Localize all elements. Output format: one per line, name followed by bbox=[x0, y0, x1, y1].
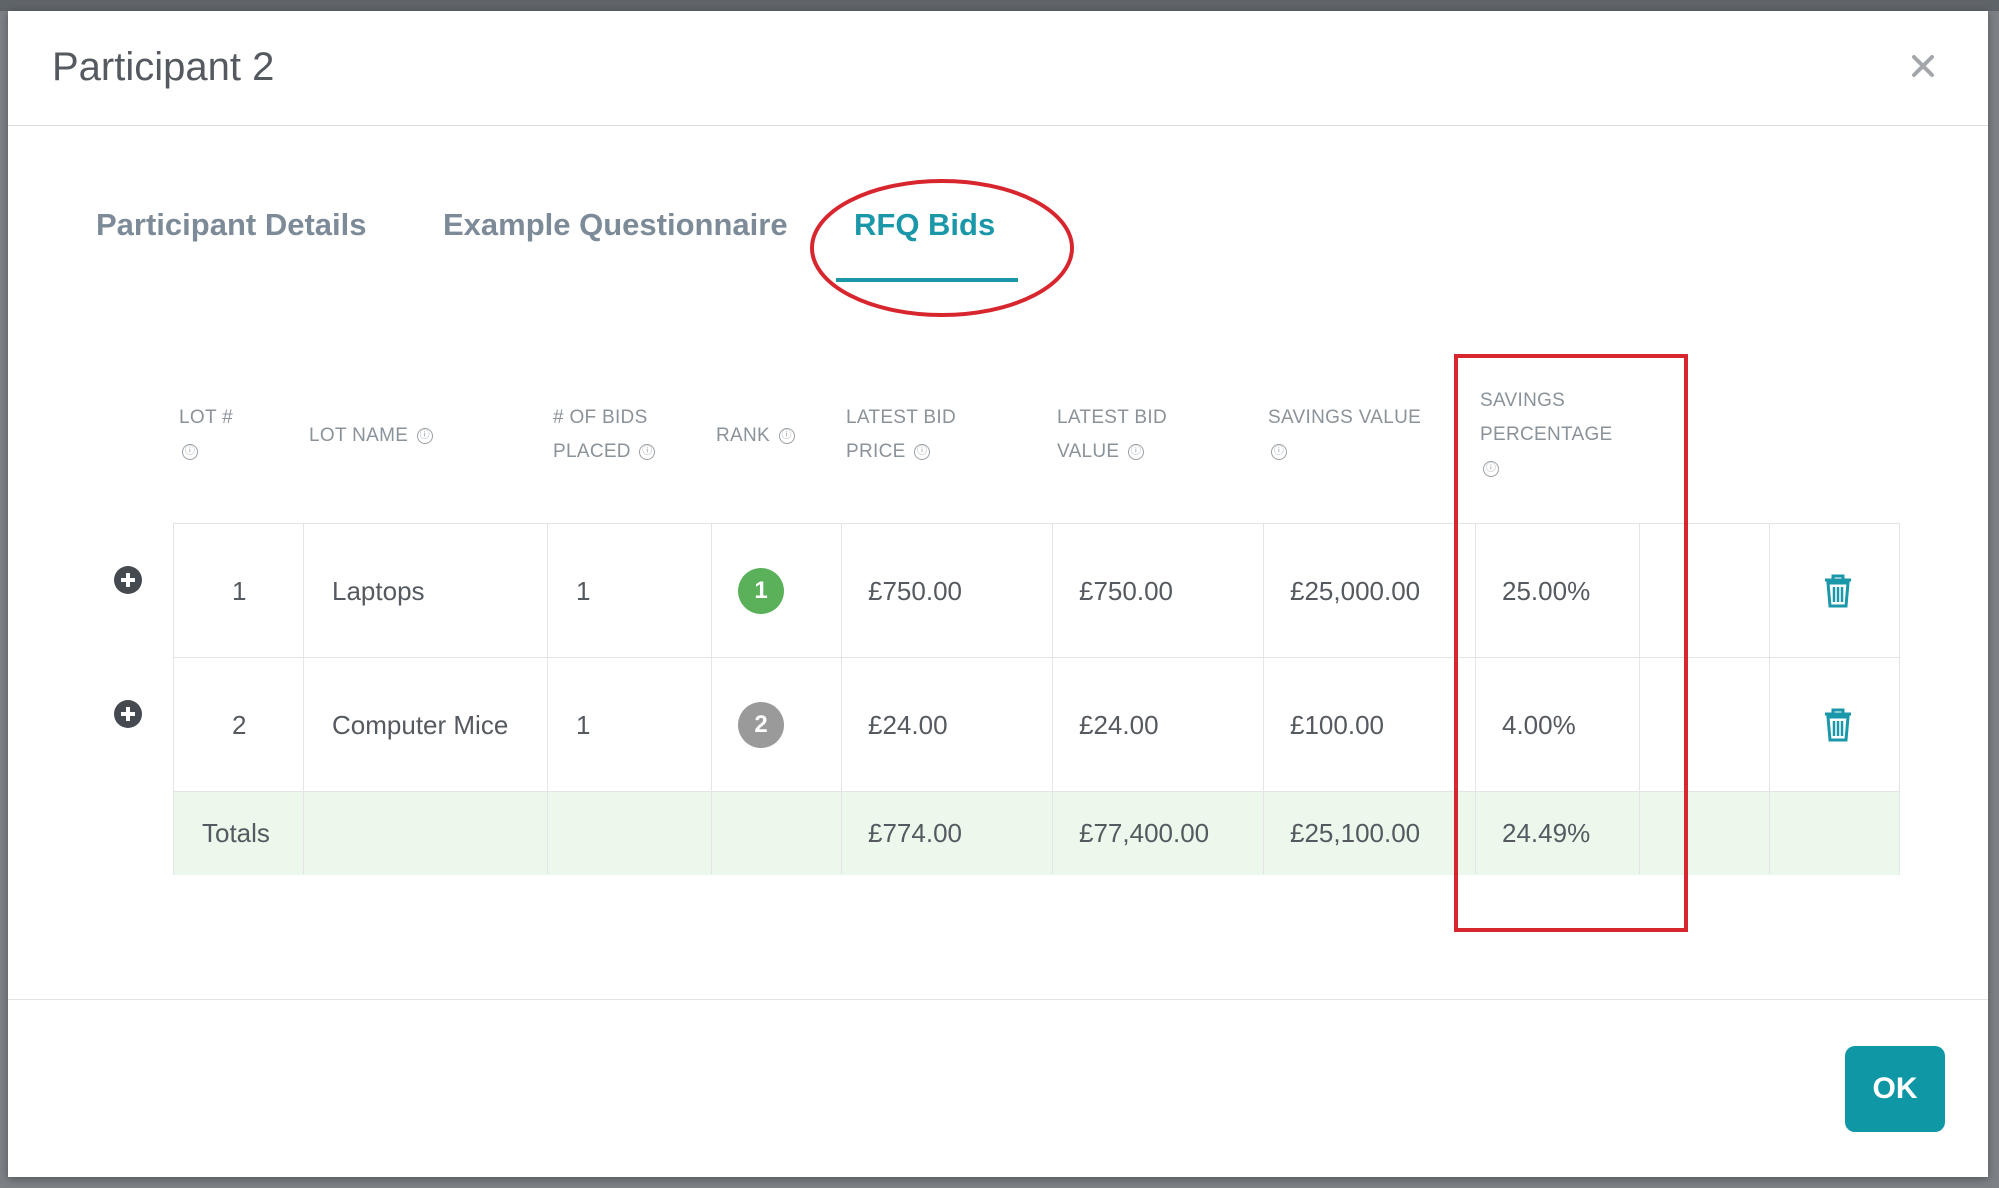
rank-badge: 2 bbox=[738, 702, 784, 748]
info-icon[interactable]: ⓘ bbox=[416, 427, 433, 444]
column-header-savings-percentage: SAVINGS PERCENTAGE ⓘ bbox=[1480, 384, 1613, 486]
column-header-lot-name: LOT NAME ⓘ bbox=[309, 419, 433, 453]
column-header-bids-placed: # OF BIDS PLACED ⓘ bbox=[553, 401, 656, 469]
total-latest-bid-value: £77,400.00 bbox=[1079, 818, 1210, 848]
column-divider bbox=[303, 524, 304, 874]
total-savings-value: £25,100.00 bbox=[1290, 818, 1421, 848]
column-header-savings-value: SAVINGS VALUE ⓘ bbox=[1268, 401, 1421, 469]
modal-title: Participant 2 bbox=[52, 45, 275, 89]
savings-value-cell: £25,000.00 bbox=[1290, 576, 1421, 606]
table-row: 2 Computer Mice 1 2 £24.00 £24.00 £100.0… bbox=[174, 658, 1899, 792]
info-icon[interactable]: ⓘ bbox=[1128, 443, 1144, 460]
lot-number-cell: 1 bbox=[232, 576, 247, 606]
tab-participant-details[interactable]: Participant Details bbox=[96, 207, 366, 243]
column-header-label: LATEST BID bbox=[846, 407, 956, 428]
trash-icon bbox=[1825, 574, 1851, 608]
info-icon[interactable]: ⓘ bbox=[182, 443, 198, 460]
info-icon[interactable]: ⓘ bbox=[639, 443, 656, 460]
total-savings-percentage: 24.49% bbox=[1502, 818, 1591, 848]
column-header-latest-bid-price: LATEST BID PRICE ⓘ bbox=[846, 401, 956, 469]
column-header-label: LOT # bbox=[179, 407, 233, 428]
info-icon[interactable]: ⓘ bbox=[778, 427, 795, 444]
close-icon bbox=[1912, 55, 1934, 77]
lot-name-cell: Laptops bbox=[332, 576, 425, 606]
column-header-label: SAVINGS bbox=[1480, 390, 1566, 411]
savings-value-cell: £100.00 bbox=[1290, 710, 1384, 740]
participant-modal: Participant 2 Participant Details Exampl… bbox=[8, 11, 1988, 1177]
column-divider bbox=[1769, 524, 1770, 874]
info-icon[interactable]: ⓘ bbox=[914, 443, 931, 460]
trash-icon bbox=[1825, 708, 1851, 742]
delete-lot-button[interactable] bbox=[1823, 708, 1853, 742]
latest-bid-price-cell: £24.00 bbox=[868, 710, 948, 740]
column-divider bbox=[841, 524, 842, 874]
active-tab-underline bbox=[836, 278, 1018, 282]
modal-header: Participant 2 bbox=[8, 11, 1988, 126]
column-header-label-line2: PLACED bbox=[553, 441, 631, 462]
bids-placed-cell: 1 bbox=[576, 710, 591, 740]
info-icon[interactable]: ⓘ bbox=[1483, 460, 1499, 477]
modal-footer-divider bbox=[8, 999, 1988, 1000]
close-button[interactable] bbox=[1898, 41, 1948, 91]
plus-circle-icon bbox=[114, 566, 142, 594]
expand-row-button[interactable] bbox=[113, 565, 143, 595]
column-header-label: SAVINGS VALUE bbox=[1268, 407, 1422, 428]
bids-table: 1 Laptops 1 1 £750.00 £750.00 £25,000.00… bbox=[173, 523, 1900, 875]
savings-percentage-cell: 25.00% bbox=[1502, 576, 1591, 606]
total-latest-bid-price: £774.00 bbox=[868, 818, 962, 848]
tab-bar: Participant Details Example Questionnair… bbox=[96, 207, 1096, 287]
column-header-label-line2: PERCENTAGE bbox=[1480, 424, 1613, 445]
column-header-label-line2: PRICE bbox=[846, 441, 906, 462]
totals-label: Totals bbox=[202, 818, 270, 848]
column-divider bbox=[711, 524, 712, 874]
column-divider bbox=[1052, 524, 1053, 874]
column-header-label: RANK bbox=[716, 425, 770, 446]
column-divider bbox=[1475, 524, 1476, 874]
column-header-latest-bid-value: LATEST BID VALUE ⓘ bbox=[1057, 401, 1167, 469]
tab-rfq-bids[interactable]: RFQ Bids bbox=[854, 207, 995, 243]
column-header-lot-number: LOT # ⓘ bbox=[179, 401, 233, 469]
lot-number-cell: 2 bbox=[232, 710, 247, 740]
column-header-label: LATEST BID bbox=[1057, 407, 1167, 428]
latest-bid-value-cell: £24.00 bbox=[1079, 710, 1159, 740]
column-divider bbox=[1639, 524, 1640, 874]
column-header-rank: RANK ⓘ bbox=[716, 419, 795, 453]
rank-badge: 1 bbox=[738, 568, 784, 614]
latest-bid-price-cell: £750.00 bbox=[868, 576, 962, 606]
table-row: 1 Laptops 1 1 £750.00 £750.00 £25,000.00… bbox=[174, 524, 1899, 658]
column-header-label-line2: VALUE bbox=[1057, 441, 1120, 462]
delete-lot-button[interactable] bbox=[1823, 574, 1853, 608]
latest-bid-value-cell: £750.00 bbox=[1079, 576, 1173, 606]
column-header-label: LOT NAME bbox=[309, 425, 409, 446]
bids-placed-cell: 1 bbox=[576, 576, 591, 606]
column-header-label: # OF BIDS bbox=[553, 407, 648, 428]
page-backdrop bbox=[0, 0, 1999, 11]
totals-row: Totals £774.00 £77,400.00 £25,100.00 24.… bbox=[174, 792, 1899, 875]
ok-button[interactable]: OK bbox=[1845, 1046, 1945, 1132]
lot-name-cell: Computer Mice bbox=[332, 710, 509, 740]
column-divider bbox=[547, 524, 548, 874]
tab-example-questionnaire[interactable]: Example Questionnaire bbox=[443, 207, 788, 243]
expand-row-button[interactable] bbox=[113, 699, 143, 729]
info-icon[interactable]: ⓘ bbox=[1271, 443, 1287, 460]
column-divider bbox=[1263, 524, 1264, 874]
savings-percentage-cell: 4.00% bbox=[1502, 710, 1576, 740]
plus-circle-icon bbox=[114, 700, 142, 728]
